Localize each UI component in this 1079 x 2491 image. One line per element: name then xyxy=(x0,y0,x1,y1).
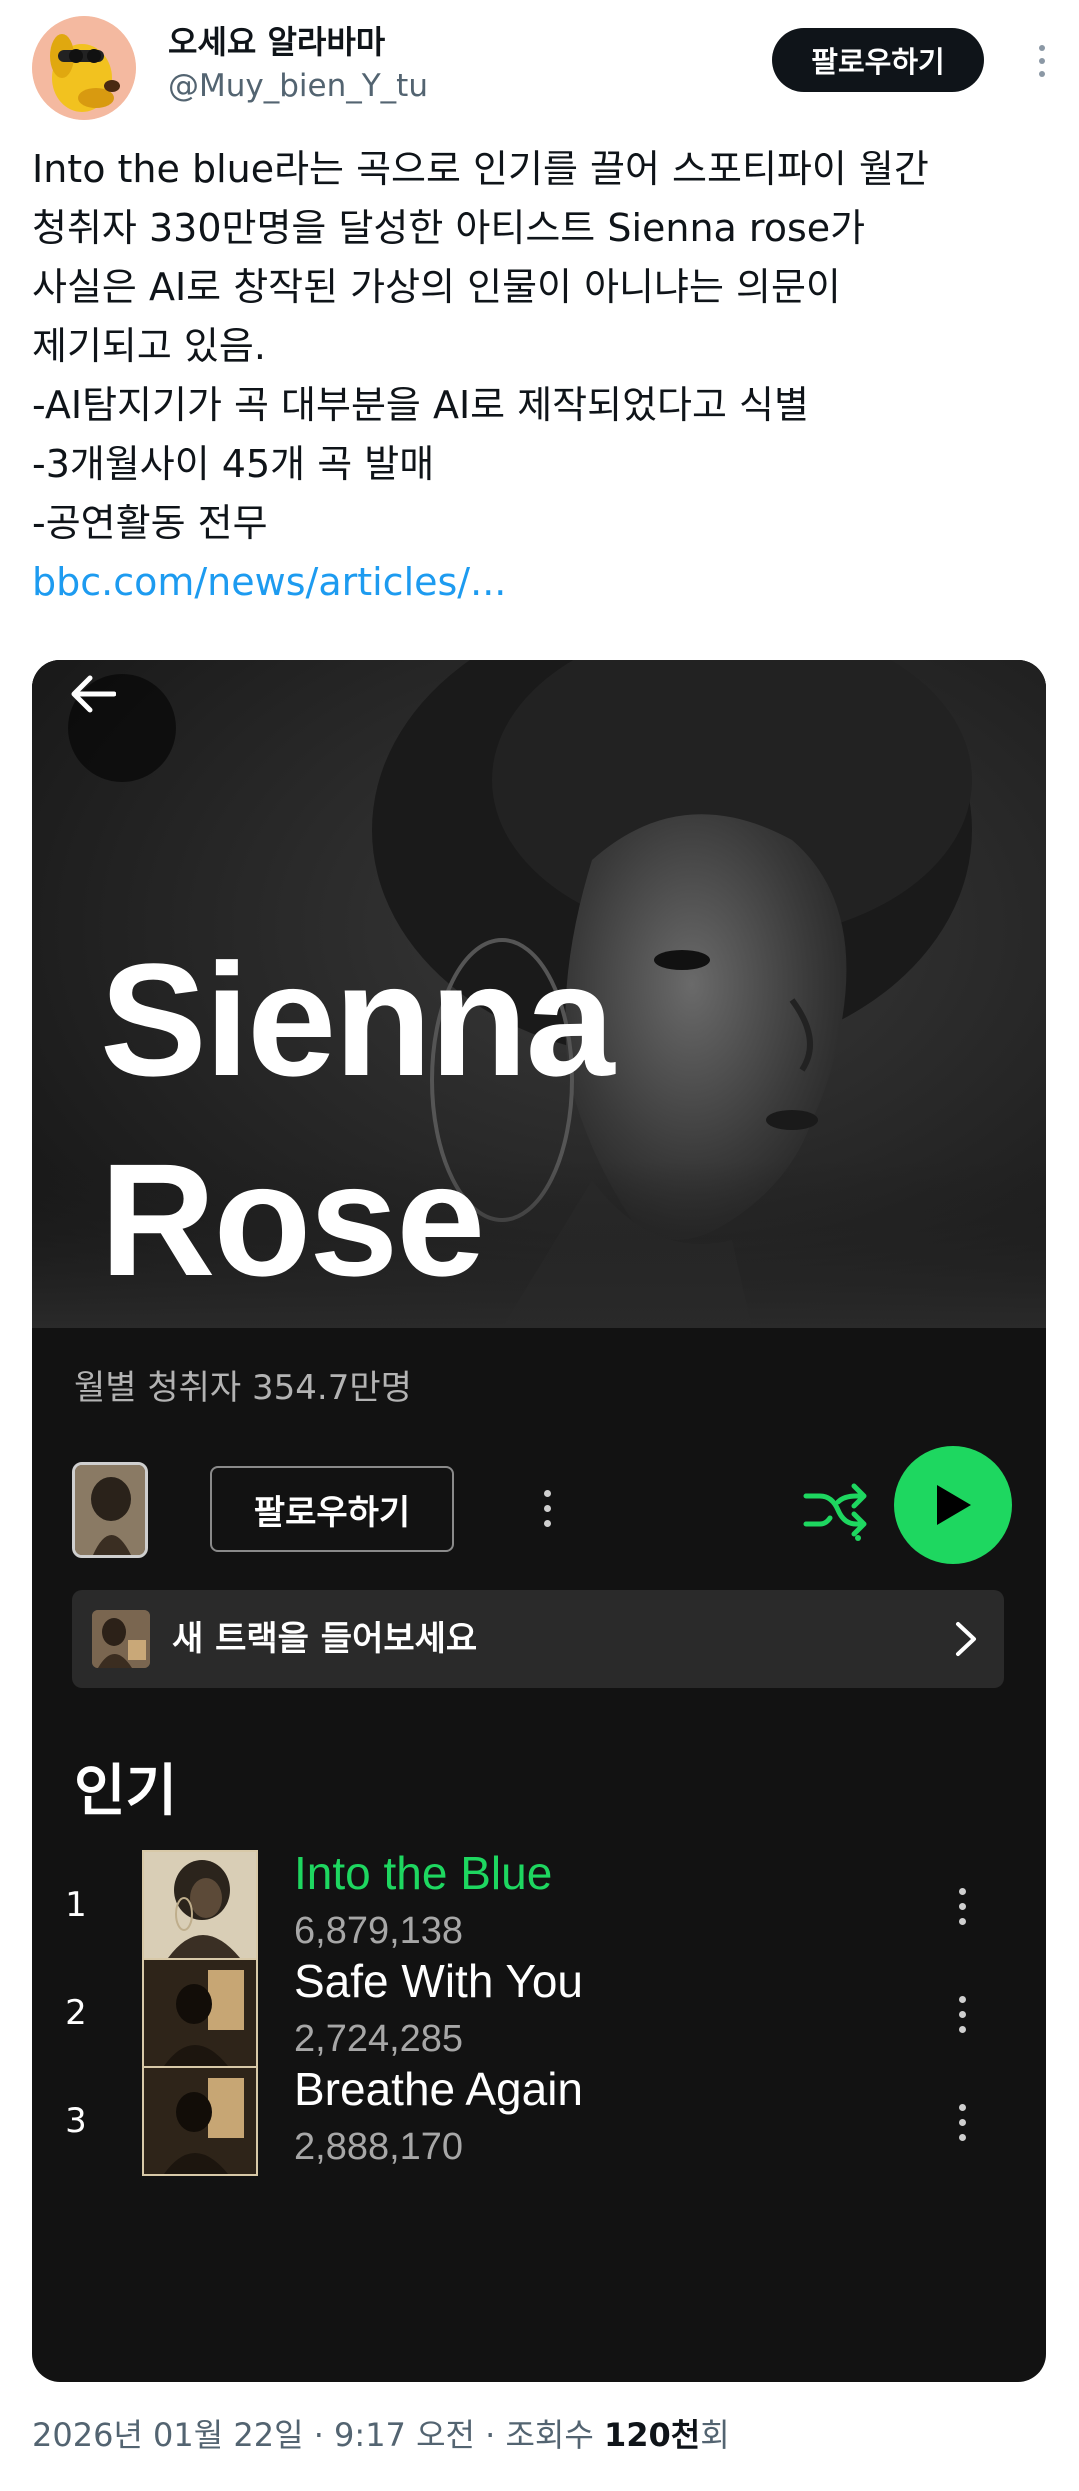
track-play-count: 2,724,285 xyxy=(294,2018,464,2060)
artist-name-line: Rose xyxy=(100,1130,485,1309)
user-block[interactable]: 오세요 알라바마 @Muy_bien_Y_tu xyxy=(168,20,428,108)
chevron-right-icon xyxy=(956,1622,976,1656)
play-button[interactable] xyxy=(894,1446,1012,1564)
track-play-count: 2,888,170 xyxy=(294,2126,464,2168)
shuffle-icon[interactable] xyxy=(798,1474,870,1546)
artist-name: Sienna Rose xyxy=(100,920,615,1320)
more-vertical-icon[interactable] xyxy=(950,1986,974,2042)
more-vertical-icon[interactable] xyxy=(950,1878,974,1934)
track-cover xyxy=(142,2066,258,2176)
track-rank: 1 xyxy=(65,1885,87,1925)
monthly-listeners: 월별 청취자 354.7만명 xyxy=(74,1368,412,1408)
track-row[interactable]: 1 Into the Blue 6,879,138 xyxy=(32,1847,1046,1960)
new-track-thumbnail xyxy=(92,1610,150,1668)
artist-pick-thumbnail[interactable] xyxy=(72,1462,148,1558)
track-rank: 2 xyxy=(65,1993,87,2033)
back-arrow-icon xyxy=(71,675,116,713)
more-vertical-icon[interactable] xyxy=(950,2094,974,2150)
artist-follow-button[interactable]: 팔로우하기 xyxy=(210,1466,454,1552)
tweet-text-line: 사실은 AI로 창작된 가상의 인물이 아니냐는 의문이 xyxy=(32,265,841,309)
more-vertical-icon[interactable] xyxy=(532,1478,562,1538)
display-name[interactable]: 오세요 알라바마 xyxy=(168,20,428,64)
artist-name-line: Sienna xyxy=(100,930,615,1109)
article-link[interactable]: bbc.com/news/articles/... xyxy=(32,553,1042,612)
attached-image[interactable]: Sienna Rose 월별 청취자 354.7만명 팔로우하기 새 트랙을 들… xyxy=(32,660,1046,2382)
track-title: Safe With You xyxy=(294,1955,583,2007)
artist-hero-image: Sienna Rose xyxy=(32,660,1046,1328)
view-count-suffix: 회 xyxy=(700,2416,730,2454)
track-row[interactable]: 2 Safe With You 2,724,285 xyxy=(32,1955,1046,2068)
new-tracks-label: 새 트랙을 들어보세요 xyxy=(172,1619,478,1659)
track-cover xyxy=(142,1850,258,1960)
track-row[interactable]: 3 Breathe Again 2,888,170 xyxy=(32,2063,1046,2176)
user-handle[interactable]: @Muy_bien_Y_tu xyxy=(168,64,428,108)
tweet-text-line: -3개월사이 45개 곡 발매 xyxy=(32,442,435,486)
track-title: Breathe Again xyxy=(294,2063,584,2115)
tweet-meta: 2026년 01월 22일 · 9:17 오전 · 조회수 120천회 xyxy=(32,2410,730,2456)
track-title: Into the Blue xyxy=(294,1847,553,1899)
track-cover xyxy=(142,1958,258,2068)
popular-section-title: 인기 xyxy=(74,1759,178,1824)
tweet-text-line: 청취자 330만명을 달성한 아티스트 Sienna rose가 xyxy=(32,206,866,250)
tweet-text: Into the blue라는 곡으로 인기를 끌어 스포티파이 월간 청취자 … xyxy=(32,140,1042,612)
view-count: 120천 xyxy=(603,2416,701,2454)
tweet-text-line: -AI탐지기가 곡 대부분을 AI로 제작되었다고 식별 xyxy=(32,383,809,427)
new-tracks-banner[interactable]: 새 트랙을 들어보세요 xyxy=(72,1590,1004,1688)
follow-button[interactable]: 팔로우하기 xyxy=(772,28,984,92)
tweet-text-line: 제기되고 있음. xyxy=(32,324,266,368)
artist-controls: 팔로우하기 xyxy=(32,1438,1046,1580)
play-icon xyxy=(937,1485,971,1525)
tweet-timestamp[interactable]: 2026년 01월 22일 · 9:17 오전 · 조회수 xyxy=(32,2416,604,2454)
tweet-text-line: Into the blue라는 곡으로 인기를 끌어 스포티파이 월간 xyxy=(32,147,929,191)
tweet-header: 오세요 알라바마 @Muy_bien_Y_tu 팔로우하기 xyxy=(32,16,1047,126)
track-rank: 3 xyxy=(65,2101,87,2141)
user-avatar[interactable] xyxy=(32,16,136,120)
more-options-icon[interactable] xyxy=(1022,36,1062,86)
back-button[interactable] xyxy=(68,674,176,782)
tweet-text-line: -공연활동 전무 xyxy=(32,501,268,545)
track-play-count: 6,879,138 xyxy=(294,1910,464,1952)
